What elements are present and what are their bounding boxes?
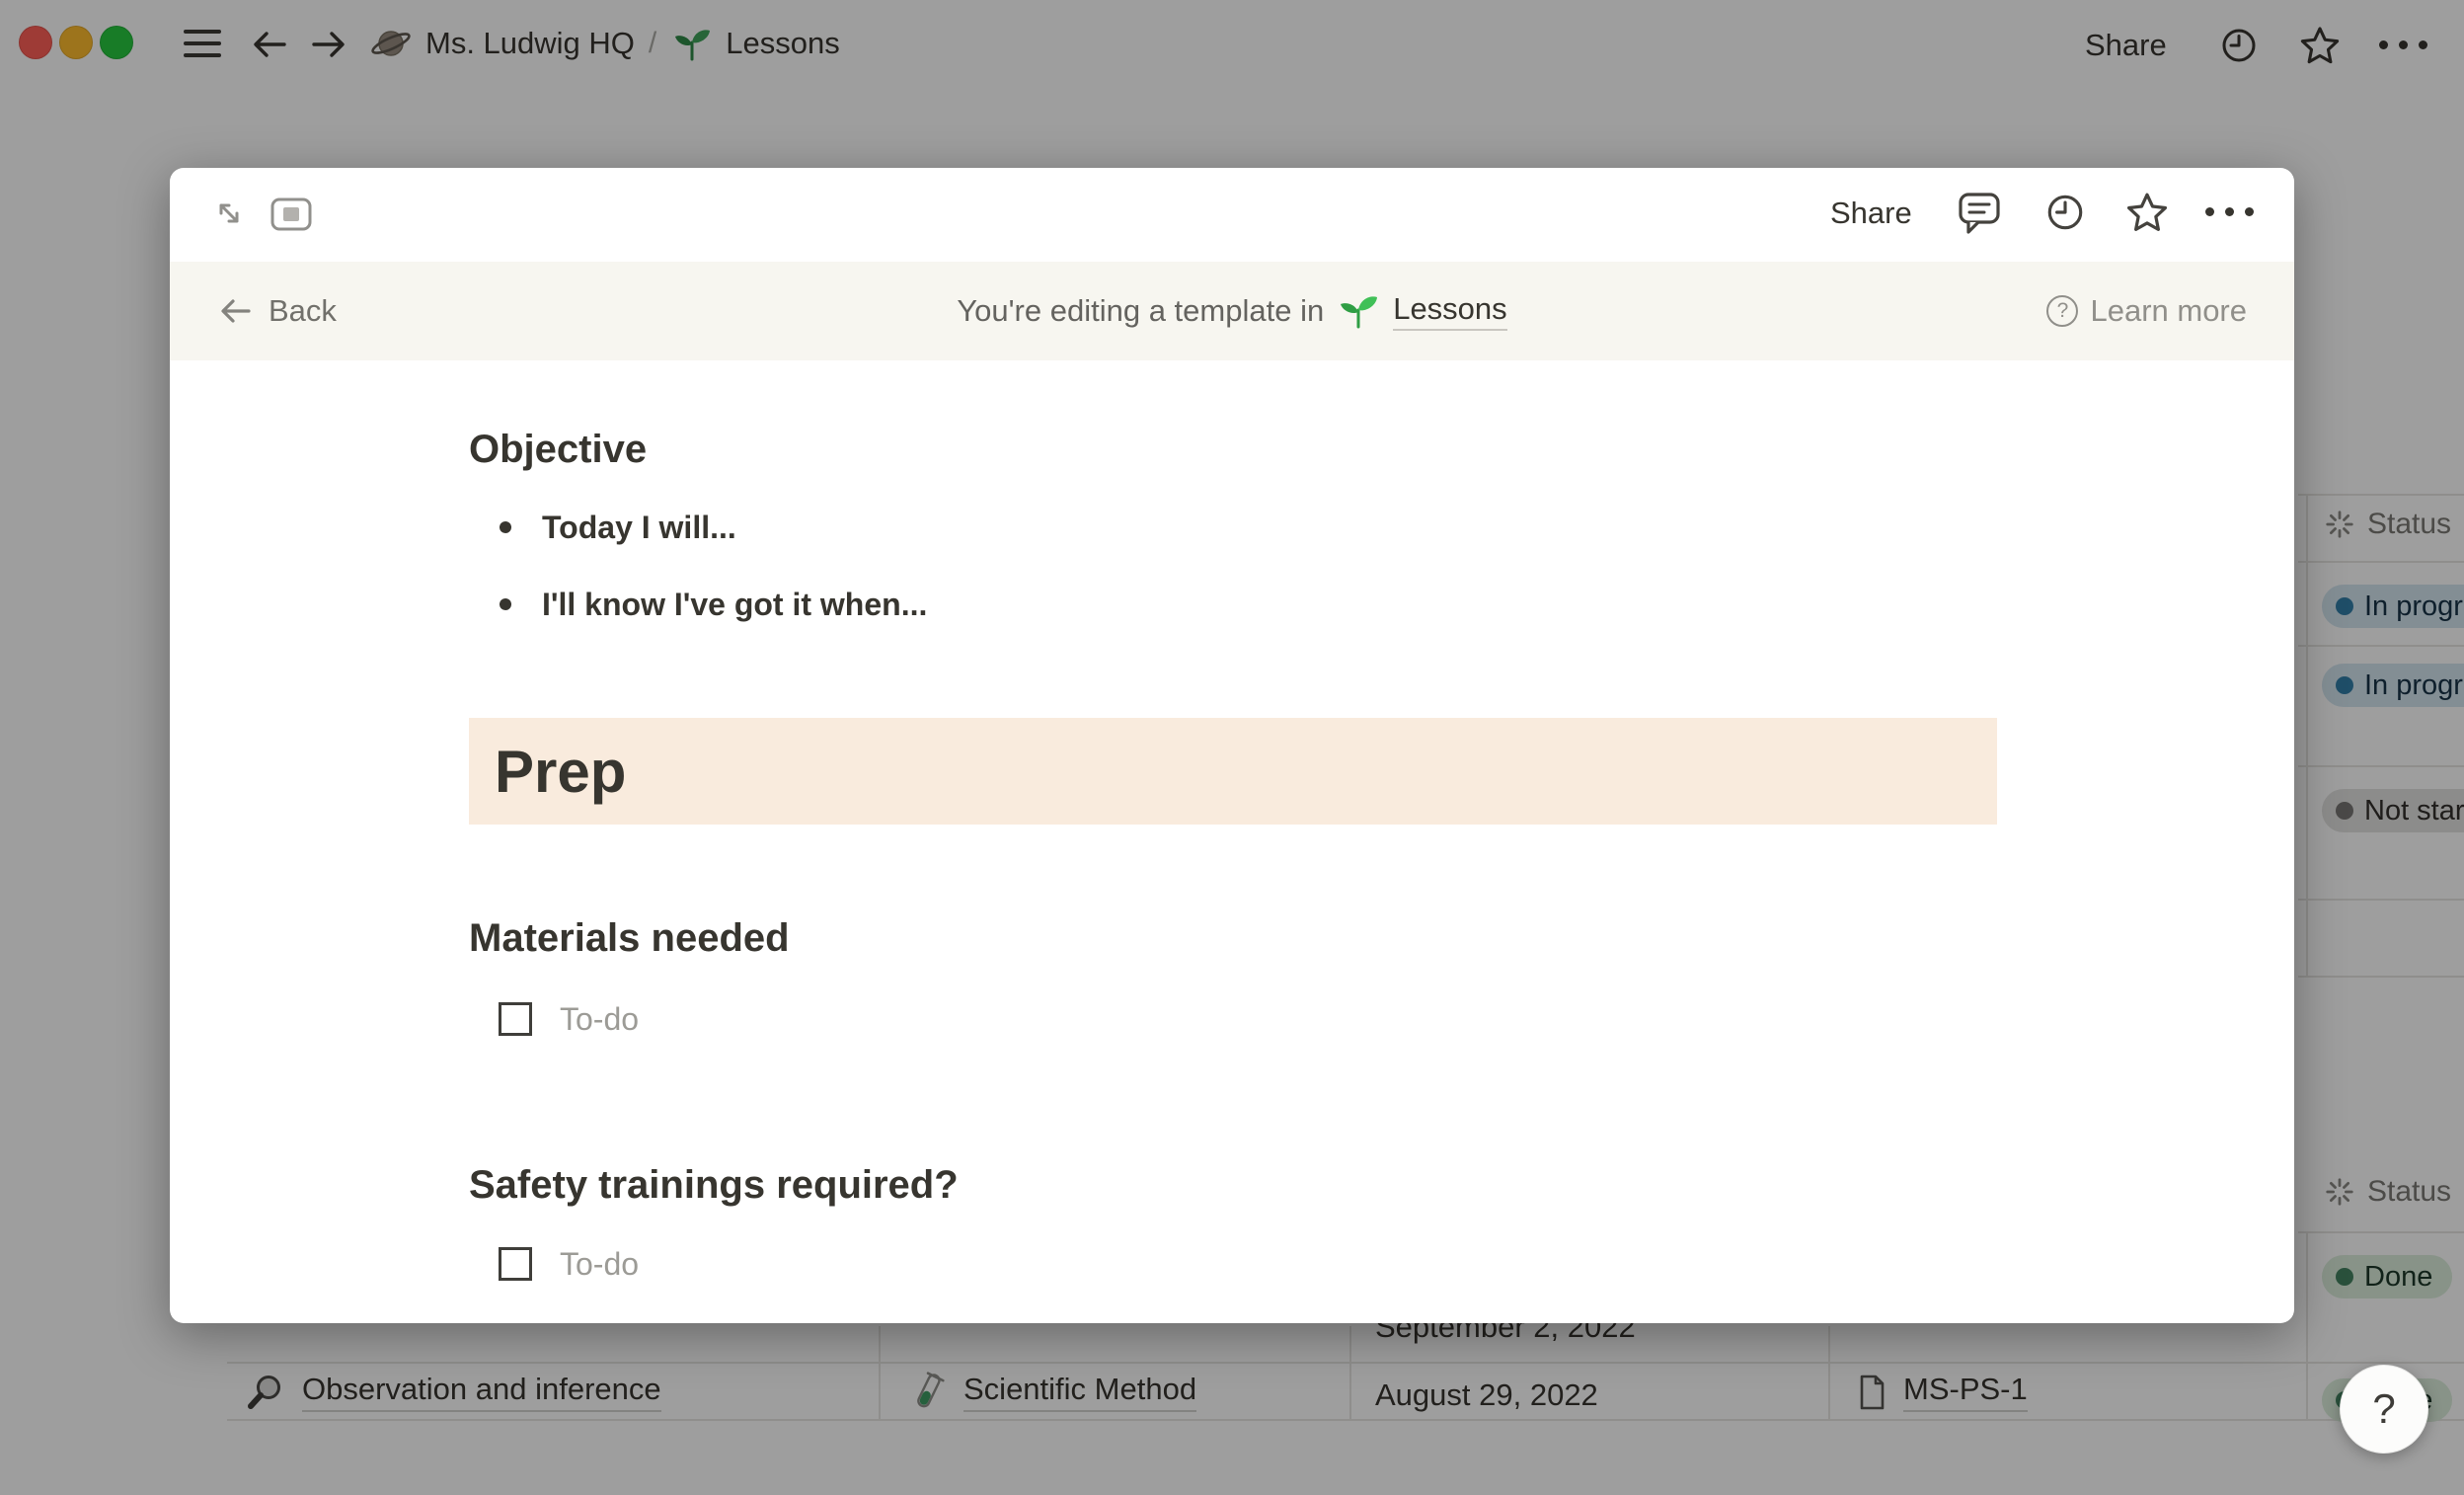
comment-icon <box>1957 190 2002 237</box>
modal-share-button[interactable]: Share <box>1830 196 1912 231</box>
back-button[interactable]: Back <box>217 293 337 329</box>
back-button-label: Back <box>269 293 337 329</box>
banner-target-page-link[interactable]: Lessons <box>1393 291 1506 331</box>
learn-more-label: Learn more <box>2090 293 2247 329</box>
clock-icon <box>2043 191 2087 234</box>
todo-placeholder[interactable]: To-do <box>560 1246 639 1283</box>
bullet-dot <box>500 598 511 610</box>
prep-heading: Prep <box>495 738 626 806</box>
side-peek-button[interactable] <box>270 197 313 232</box>
todo-checkbox[interactable] <box>499 1247 532 1281</box>
help-button[interactable]: ? <box>2340 1365 2428 1454</box>
modal-favorite-button[interactable] <box>2124 190 2170 235</box>
todo-checkbox[interactable] <box>499 1002 532 1036</box>
modal-header: Share <box>170 168 2294 262</box>
back-arrow-icon <box>217 294 255 328</box>
expand-page-button[interactable] <box>210 195 248 232</box>
ellipsis-icon <box>2205 207 2214 216</box>
banner-message-text: You're editing a template in <box>957 293 1324 329</box>
question-circle-icon: ? <box>2046 295 2078 327</box>
expand-icon <box>210 195 248 232</box>
safety-heading: Safety trainings required? <box>469 1161 959 1209</box>
objective-heading: Objective <box>469 426 647 473</box>
todo-placeholder[interactable]: To-do <box>560 1001 639 1038</box>
bullet-item: Today I will... <box>469 505 736 550</box>
learn-more-button[interactable]: ? Learn more <box>2046 293 2247 329</box>
prep-heading-block: Prep <box>469 718 1997 825</box>
side-peek-icon <box>270 197 313 232</box>
star-icon <box>2124 190 2170 235</box>
todo-item: To-do <box>469 995 639 1043</box>
modal-more-button[interactable] <box>2205 207 2254 216</box>
banner-message: You're editing a template in Lessons <box>170 289 2294 333</box>
template-editor-modal: Share <box>170 168 2294 1323</box>
bullet-dot <box>500 521 511 533</box>
modal-comments-button[interactable] <box>1957 190 2002 237</box>
seedling-emoji-icon <box>1337 289 1380 333</box>
materials-heading: Materials needed <box>469 914 790 962</box>
bullet-item: I'll know I've got it when... <box>469 582 927 627</box>
todo-item: To-do <box>469 1240 639 1288</box>
template-banner: Back You're editing a template in Lesson… <box>170 262 2294 360</box>
modal-updates-button[interactable] <box>2043 191 2087 234</box>
